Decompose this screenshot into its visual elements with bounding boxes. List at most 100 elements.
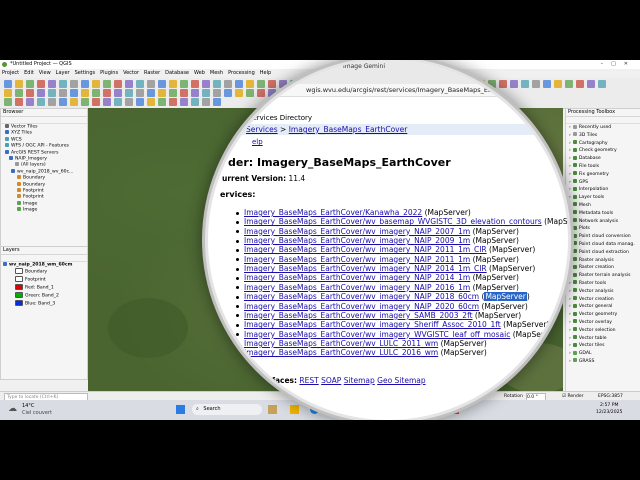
layer-item[interactable]: Green: Band_2 <box>1 292 87 300</box>
processing-group[interactable]: › Check geometry <box>566 147 640 155</box>
toolbar-button-icon[interactable] <box>180 80 188 88</box>
toolbar-button-icon[interactable] <box>81 98 89 106</box>
service-link[interactable]: Imagery_BaseMaps_EarthCover/wv_imagery_S… <box>244 320 501 329</box>
toolbar-button-icon[interactable] <box>136 98 144 106</box>
toolbar-button-icon[interactable] <box>180 89 188 97</box>
toolbar-button-icon[interactable] <box>37 89 45 97</box>
toolbar-button-icon[interactable] <box>59 80 67 88</box>
service-link[interactable]: Imagery_BaseMaps_EarthCover/wv_imagery_N… <box>244 283 470 292</box>
toolbar-button-icon[interactable] <box>37 98 45 106</box>
toolbar-button-icon[interactable] <box>158 98 166 106</box>
menu-item-3[interactable]: Layer <box>56 70 70 76</box>
toolbar-button-icon[interactable] <box>169 80 177 88</box>
layer-item[interactable]: Red: Band_1 <box>1 284 87 292</box>
processing-group[interactable]: › Raster analysis <box>566 257 640 265</box>
toolbar-button-icon[interactable] <box>587 80 595 88</box>
toolbar-button-icon[interactable] <box>37 80 45 88</box>
url-text[interactable]: wgis.wvu.edu/arcgis/rest/services/Imager… <box>306 86 508 94</box>
windows-start-icon[interactable] <box>176 405 185 414</box>
toolbar-button-icon[interactable] <box>15 80 23 88</box>
processing-group[interactable]: › Vector geometry <box>566 311 640 319</box>
toolbar-button-icon[interactable] <box>169 98 177 106</box>
toolbar-button-icon[interactable] <box>48 98 56 106</box>
processing-group[interactable]: › Point cloud extraction <box>566 249 640 257</box>
service-link[interactable]: Imagery_BaseMaps_EarthCover/wv_LULC_2011… <box>244 339 438 348</box>
toolbar-button-icon[interactable] <box>125 80 133 88</box>
processing-group[interactable]: › Database <box>566 155 640 163</box>
toolbar-button-icon[interactable] <box>4 89 12 97</box>
toolbar-button-icon[interactable] <box>191 98 199 106</box>
toolbar-button-icon[interactable] <box>136 80 144 88</box>
toolbar-button-icon[interactable] <box>114 89 122 97</box>
toolbar-button-icon[interactable] <box>70 89 78 97</box>
toolbar-button-icon[interactable] <box>15 98 23 106</box>
menu-item-5[interactable]: Plugins <box>100 70 118 76</box>
processing-group[interactable]: › Recently used <box>566 124 640 132</box>
toolbar-button-icon[interactable] <box>26 98 34 106</box>
processing-group[interactable]: › Network analysis <box>566 218 640 226</box>
processing-group[interactable]: › GPS <box>566 179 640 187</box>
toolbar-button-icon[interactable] <box>4 80 12 88</box>
processing-group[interactable]: › Vector table <box>566 335 640 343</box>
help-link[interactable]: elp <box>252 138 263 146</box>
menu-item-7[interactable]: Raster <box>144 70 160 76</box>
toolbar-button-icon[interactable] <box>158 89 166 97</box>
processing-group[interactable]: › 3D Tiles <box>566 132 640 140</box>
toolbar-button-icon[interactable] <box>114 98 122 106</box>
browser-tab-title[interactable]: Image Gemini <box>343 63 385 70</box>
service-link[interactable]: Imagery_BaseMaps_EarthCover/wv_imagery_W… <box>244 330 510 339</box>
layer-item[interactable]: Blue: Band_3 <box>1 300 87 308</box>
toolbar-button-icon[interactable] <box>103 89 111 97</box>
layer-item[interactable]: Footprint <box>1 276 87 284</box>
processing-group[interactable]: › Raster tools <box>566 280 640 288</box>
toolbar-button-icon[interactable] <box>147 80 155 88</box>
toolbar-button-icon[interactable] <box>158 80 166 88</box>
processing-group[interactable]: › Point cloud conversion <box>566 233 640 241</box>
processing-group[interactable]: › GRASS <box>566 358 640 366</box>
toolbar-button-icon[interactable] <box>169 89 177 97</box>
service-link[interactable]: Imagery_BaseMaps_EarthCover/Kanawha_2022 <box>244 208 422 217</box>
menu-item-4[interactable]: Settings <box>75 70 96 76</box>
toolbar-button-icon[interactable] <box>103 98 111 106</box>
processing-group[interactable]: › Vector overlay <box>566 319 640 327</box>
menu-item-2[interactable]: View <box>39 70 51 76</box>
toolbar-button-icon[interactable] <box>26 89 34 97</box>
browser-item[interactable]: Image <box>1 207 87 213</box>
selected-text-highlight[interactable]: MapServer <box>484 292 527 302</box>
processing-group[interactable]: › Fix geometry <box>566 171 640 179</box>
service-link[interactable]: Imagery_BaseMaps_EarthCover/wv_imagery_N… <box>244 264 487 273</box>
processing-group[interactable]: › Plots <box>566 225 640 233</box>
processing-group[interactable]: › Raster terrain analysis <box>566 272 640 280</box>
toolbar-button-icon[interactable] <box>125 89 133 97</box>
processing-group[interactable]: › Raster creation <box>566 264 640 272</box>
processing-group[interactable]: › Vector tiles <box>566 342 640 350</box>
service-link[interactable]: Imagery_BaseMaps_EarthCover/wv_imagery_N… <box>244 245 487 254</box>
menu-item-8[interactable]: Database <box>165 70 189 76</box>
toolbar-button-icon[interactable] <box>48 80 56 88</box>
processing-group[interactable]: › Vector general <box>566 303 640 311</box>
processing-group[interactable]: › File tools <box>566 163 640 171</box>
toolbar-button-icon[interactable] <box>191 80 199 88</box>
toolbar-button-icon[interactable] <box>81 80 89 88</box>
menu-item-1[interactable]: Edit <box>24 70 34 76</box>
processing-group[interactable]: › Point cloud data manag. <box>566 241 640 249</box>
toolbar-button-icon[interactable] <box>70 98 78 106</box>
menu-item-9[interactable]: Web <box>194 70 205 76</box>
layer-item[interactable]: Boundary <box>1 268 87 276</box>
menu-item-0[interactable]: Project <box>2 70 19 76</box>
breadcrumb-services-link[interactable]: Services <box>246 125 278 134</box>
processing-group[interactable]: › Vector analysis <box>566 288 640 296</box>
interface-link[interactable]: SOAP <box>321 376 341 385</box>
service-link[interactable]: Imagery_BaseMaps_EarthCover/wv_imagery_N… <box>244 255 470 264</box>
processing-group[interactable]: › Interpolation <box>566 186 640 194</box>
toolbar-button-icon[interactable] <box>92 80 100 88</box>
toolbar-button-icon[interactable] <box>114 80 122 88</box>
processing-group[interactable]: › Mesh <box>566 202 640 210</box>
interface-link[interactable]: Geo Sitemap <box>377 376 425 385</box>
service-link[interactable]: Imagery_BaseMaps_EarthCover/wv_imagery_N… <box>244 273 470 282</box>
processing-group[interactable]: › Metadata tools <box>566 210 640 218</box>
toolbar-button-icon[interactable] <box>191 89 199 97</box>
toolbar-button-icon[interactable] <box>598 80 606 88</box>
toolbar-button-icon[interactable] <box>103 80 111 88</box>
toolbar-button-icon[interactable] <box>147 98 155 106</box>
